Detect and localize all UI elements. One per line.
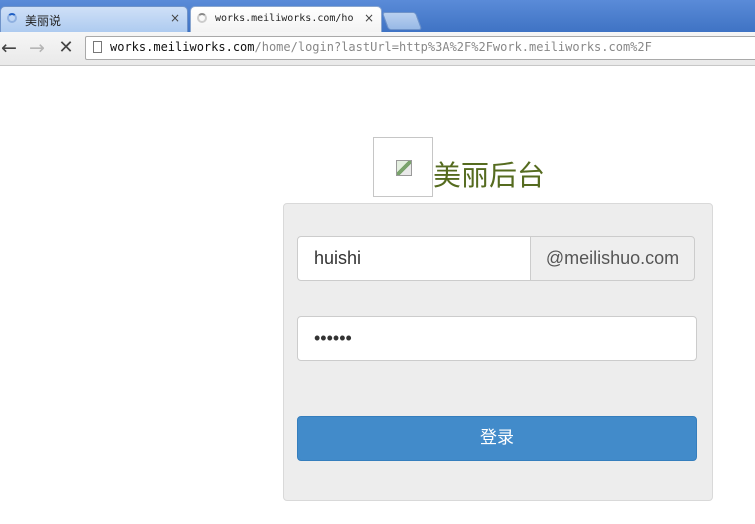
new-tab-button[interactable]: [381, 12, 423, 30]
email-domain-addon: @meilishuo.com: [530, 236, 695, 281]
tab-strip: 美丽说 × works.meiliworks.com/home/login ×: [0, 0, 755, 32]
url-path: /home/login?lastUrl=http%3A%2F%2Fwork.me…: [254, 40, 652, 54]
url-text[interactable]: works.meiliworks.com/home/login?lastUrl=…: [110, 40, 652, 54]
logo-image: [373, 137, 433, 197]
login-button[interactable]: 登录: [297, 416, 697, 461]
forward-button[interactable]: →: [26, 37, 48, 59]
loading-spinner-icon: [7, 13, 17, 23]
address-bar[interactable]: works.meiliworks.com/home/login?lastUrl=…: [85, 36, 755, 60]
tab-close-button[interactable]: ×: [170, 11, 180, 25]
broken-image-icon: [396, 160, 412, 176]
password-input[interactable]: [297, 316, 697, 361]
url-host: works.meiliworks.com: [110, 40, 255, 54]
page-title: 美丽后台: [433, 159, 546, 192]
tab-close-button[interactable]: ×: [364, 11, 374, 25]
tab-title: works.meiliworks.com/home/login: [215, 13, 353, 24]
browser-toolbar: ← → ✕ works.meiliworks.com/home/login?la…: [0, 32, 755, 66]
tab-title: 美丽说: [25, 14, 62, 28]
tab-works-login[interactable]: works.meiliworks.com/home/login ×: [190, 6, 382, 32]
username-group: @meilishuo.com: [297, 236, 695, 281]
loading-spinner-icon: [197, 13, 207, 23]
tab-meilishuo[interactable]: 美丽说 ×: [0, 6, 188, 32]
stop-button[interactable]: ✕: [55, 37, 77, 59]
username-input[interactable]: [297, 236, 531, 281]
page-icon: [93, 41, 102, 53]
back-button[interactable]: ←: [0, 37, 20, 59]
